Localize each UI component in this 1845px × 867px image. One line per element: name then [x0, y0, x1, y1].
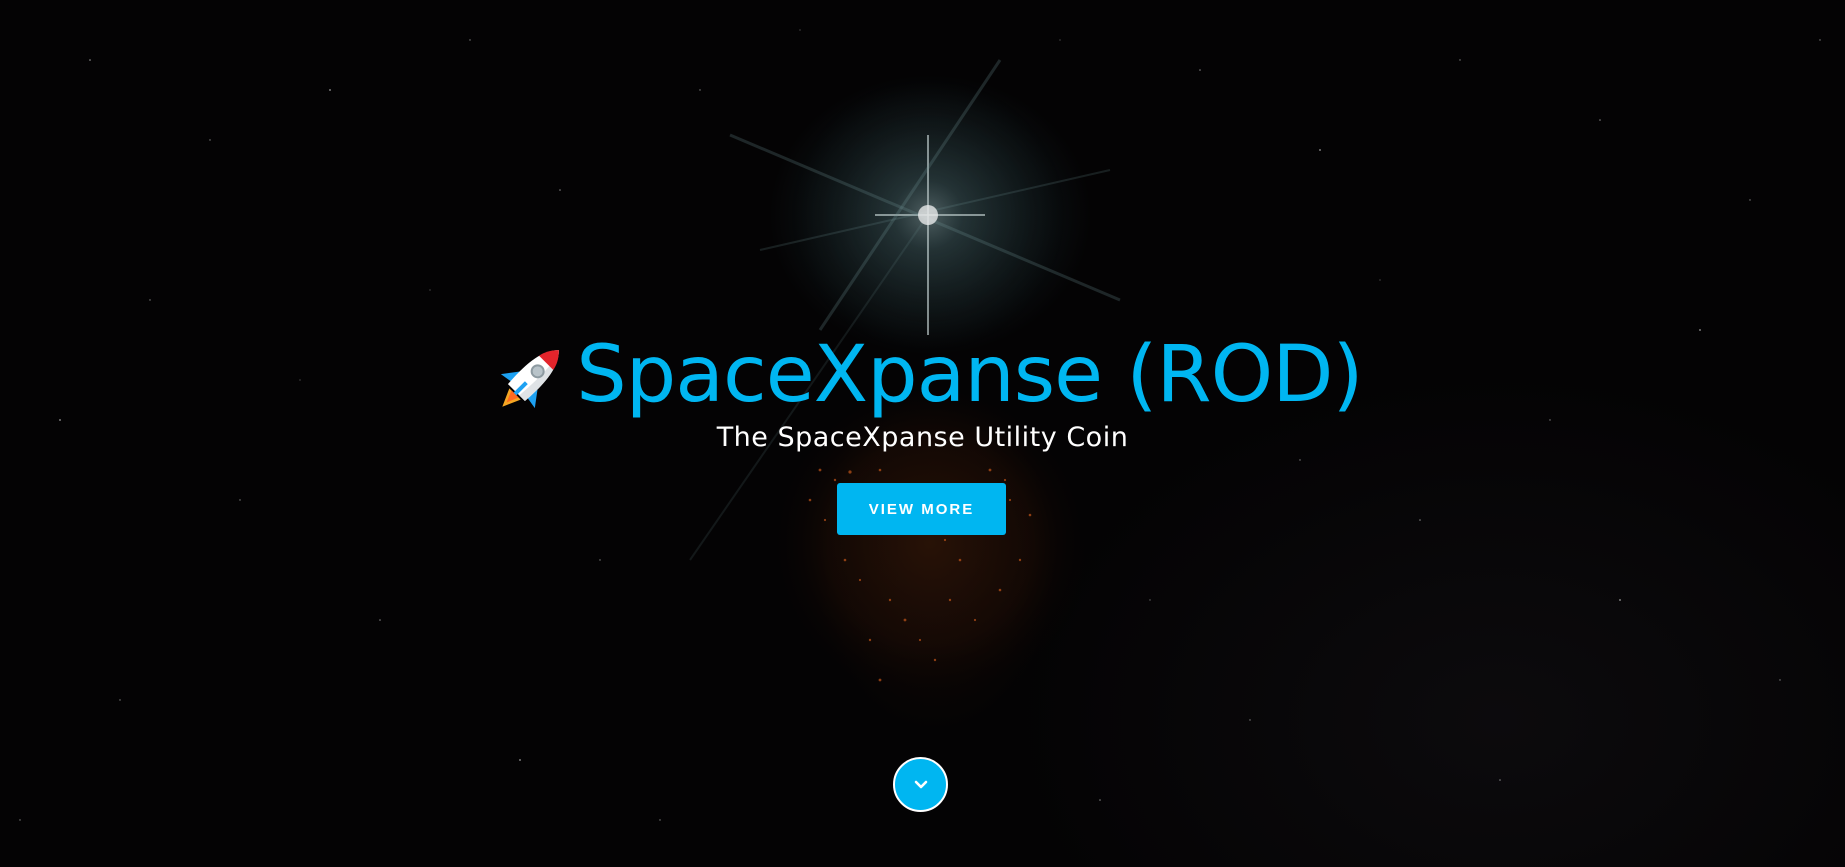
- view-more-button[interactable]: VIEW MORE: [837, 483, 1006, 535]
- hero-section: SpaceXpanse (ROD) The SpaceXpanse Utilit…: [0, 0, 1845, 867]
- scroll-down-button[interactable]: [893, 757, 948, 812]
- chevron-down-icon: [914, 780, 927, 788]
- page-subtitle: The SpaceXpanse Utility Coin: [716, 422, 1129, 453]
- page-title: SpaceXpanse (ROD): [576, 330, 1363, 420]
- hero-content: SpaceXpanse (ROD) The SpaceXpanse Utilit…: [0, 0, 1845, 867]
- rocket-icon: [500, 350, 559, 409]
- title-row: SpaceXpanse (ROD): [0, 330, 1845, 420]
